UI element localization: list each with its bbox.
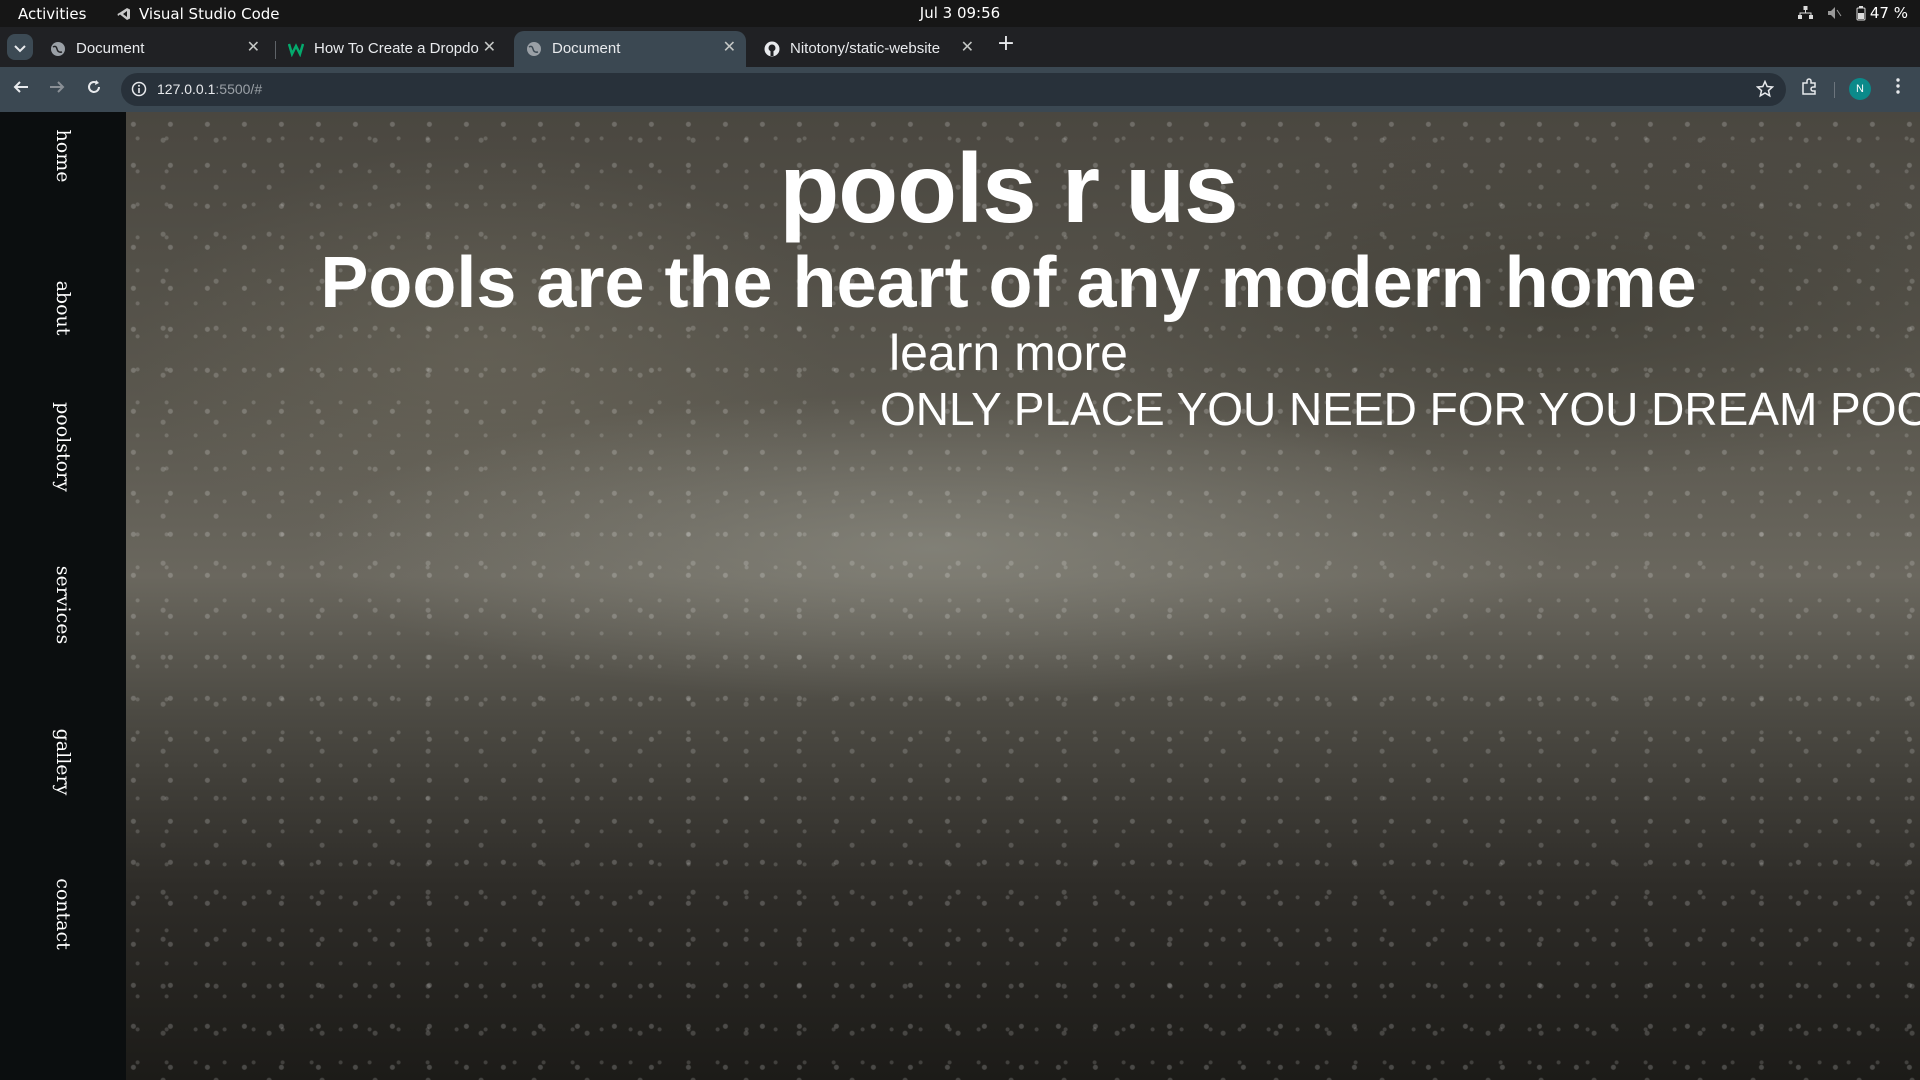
new-tab-button[interactable]: + xyxy=(995,33,1017,56)
chrome-menu-button[interactable] xyxy=(1886,78,1910,98)
profile-button[interactable]: N xyxy=(1849,78,1871,100)
url-host: 127.0.0.1 xyxy=(157,81,216,97)
system-top-bar: Activities Visual Studio Code Jul 3 09:5… xyxy=(0,0,1920,27)
tab-strip: Document ✕ How To Create a Dropdo ✕ Docu… xyxy=(0,27,1920,67)
nav-link-about[interactable]: about xyxy=(52,281,74,336)
close-tab-icon[interactable]: ✕ xyxy=(483,39,496,57)
volume-muted-icon xyxy=(1827,6,1842,20)
github-icon xyxy=(764,41,780,57)
scrolling-marquee-text: ONLY PLACE YOU NEED FOR YOU DREAM POOL xyxy=(880,383,1920,435)
close-tab-icon[interactable]: ✕ xyxy=(961,39,974,57)
arrow-right-icon xyxy=(49,79,65,99)
nav-link-contact[interactable]: contact xyxy=(52,878,74,950)
w3schools-icon xyxy=(287,41,305,58)
battery-percent: 47 % xyxy=(1869,4,1908,22)
vscode-icon xyxy=(117,7,131,21)
chevron-down-icon xyxy=(14,38,26,57)
bookmark-star-icon[interactable] xyxy=(1755,79,1775,102)
tab-title: How To Create a Dropdo xyxy=(314,40,479,57)
tab-title: Nitotony/static-website xyxy=(790,40,941,57)
site-info-icon[interactable] xyxy=(131,81,147,101)
close-tab-icon[interactable]: ✕ xyxy=(723,39,736,57)
app-menu[interactable]: Visual Studio Code xyxy=(117,5,280,23)
page-viewport: home about poolstory services gallery co… xyxy=(0,112,1920,1080)
tab-document-active[interactable]: Document ✕ xyxy=(514,31,746,67)
address-bar[interactable]: 127.0.0.1:5500/# xyxy=(121,73,1786,106)
tab-github-repo[interactable]: Nitotony/static-website ✕ xyxy=(752,31,984,67)
hero-section: pools r us Pools are the heart of any mo… xyxy=(126,112,1920,1080)
globe-icon xyxy=(50,41,66,57)
activities-button[interactable]: Activities xyxy=(18,5,86,23)
puzzle-piece-icon xyxy=(1800,78,1818,100)
browser-toolbar: 127.0.0.1:5500/# N xyxy=(0,67,1920,112)
network-icon xyxy=(1797,6,1813,20)
back-button[interactable] xyxy=(10,78,32,100)
arrow-left-icon xyxy=(13,79,29,99)
toolbar-divider xyxy=(1834,82,1835,98)
reload-button[interactable] xyxy=(83,78,105,100)
tab-title: Document xyxy=(76,40,145,57)
globe-icon xyxy=(526,41,542,57)
system-tray[interactable]: 47 % xyxy=(1797,4,1908,22)
nav-link-poolstory[interactable]: poolstory xyxy=(52,402,74,492)
nav-link-gallery[interactable]: gallery xyxy=(52,729,74,796)
tab-document-1[interactable]: Document ✕ xyxy=(38,31,270,67)
reload-icon xyxy=(86,79,102,99)
avatar: N xyxy=(1849,78,1871,100)
nav-link-services[interactable]: services xyxy=(52,566,74,645)
hero-tagline: Pools are the heart of any modern home xyxy=(320,243,1697,323)
clock[interactable]: Jul 3 09:56 xyxy=(920,4,1000,22)
url-text: 127.0.0.1:5500/# xyxy=(157,81,262,97)
side-nav: home about poolstory services gallery co… xyxy=(0,112,126,1080)
tab-title: Document xyxy=(552,40,621,57)
learn-more-link[interactable]: learn more xyxy=(126,324,1891,382)
nav-link-home[interactable]: home xyxy=(52,130,74,183)
extensions-button[interactable] xyxy=(1797,78,1821,100)
tab-dropdown-tutorial[interactable]: How To Create a Dropdo ✕ xyxy=(276,31,506,67)
close-tab-icon[interactable]: ✕ xyxy=(247,39,260,57)
app-name: Visual Studio Code xyxy=(139,5,280,23)
battery-icon xyxy=(1856,5,1866,21)
tab-search-button[interactable] xyxy=(7,34,33,60)
url-path: :5500/# xyxy=(215,81,263,97)
kebab-menu-icon xyxy=(1896,78,1900,98)
forward-button[interactable] xyxy=(46,78,68,100)
site-title: pools r us xyxy=(779,133,1238,243)
